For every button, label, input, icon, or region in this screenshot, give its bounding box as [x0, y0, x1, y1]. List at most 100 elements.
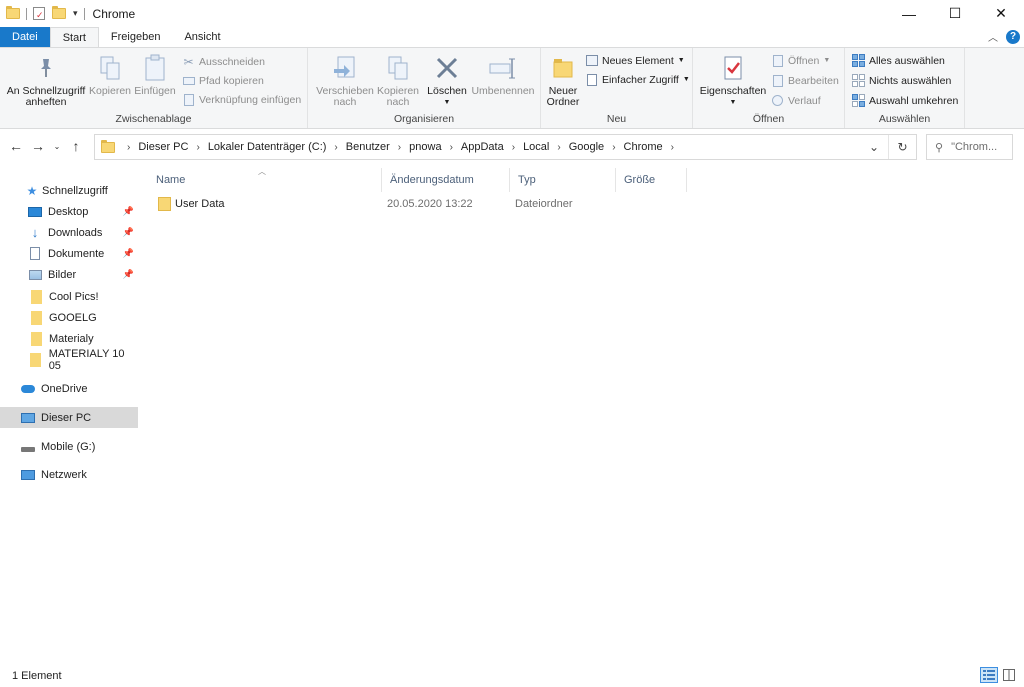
breadcrumb-item[interactable]: Lokaler Datenträger (C:) — [208, 141, 327, 153]
group-label-select: Auswählen — [878, 113, 931, 125]
sidebar-item-quick-access[interactable]: ★ Schnellzugriff — [0, 180, 138, 201]
computer-icon — [20, 411, 36, 425]
sidebar-item-cool-pics[interactable]: Cool Pics! — [0, 286, 138, 307]
chevron-right-icon[interactable]: › — [127, 142, 130, 153]
tab-ansicht[interactable]: Ansicht — [172, 27, 232, 47]
chevron-right-icon[interactable]: › — [196, 142, 199, 153]
address-dropdown-icon[interactable]: ⌄ — [860, 135, 888, 159]
breadcrumb-item[interactable]: AppData — [461, 141, 504, 153]
column-header-type[interactable]: Typ — [510, 168, 616, 192]
copy-path-label: Pfad kopieren — [199, 74, 264, 87]
chevron-down-icon: ▼ — [729, 99, 737, 106]
close-button[interactable]: ✕ — [978, 0, 1024, 27]
sidebar-item-pictures[interactable]: Bilder 📌 — [0, 264, 138, 285]
file-list: ︿ Name Änderungsdatum Typ Größe User Dat… — [148, 164, 1024, 654]
chevron-right-icon[interactable]: › — [557, 142, 560, 153]
edit-button[interactable]: Bearbeiten — [771, 74, 839, 87]
search-placeholder: "Chrom... — [951, 141, 998, 153]
folder-icon — [101, 139, 115, 153]
sidebar-item-documents[interactable]: Dokumente 📌 — [0, 243, 138, 264]
delete-button[interactable]: Löschen ▼ — [426, 52, 468, 108]
table-row[interactable]: User Data 20.05.2020 13:22 Dateiordner — [148, 194, 708, 214]
copy-path-button[interactable]: Pfad kopieren — [182, 74, 264, 87]
column-label: Größe — [624, 174, 656, 186]
chevron-right-icon[interactable]: › — [612, 142, 615, 153]
chevron-right-icon[interactable]: › — [398, 142, 401, 153]
up-arrow-icon[interactable]: ↑ — [66, 138, 86, 154]
new-folder-quick-icon[interactable] — [52, 6, 66, 19]
column-header-size[interactable]: Größe — [616, 168, 687, 192]
customize-quick-access-icon[interactable]: ▾ — [73, 8, 78, 19]
details-view-icon[interactable] — [980, 667, 998, 683]
chevron-right-icon[interactable]: › — [450, 142, 453, 153]
sidebar-item-desktop[interactable]: Desktop 📌 — [0, 201, 138, 222]
move-to-button[interactable]: Verschieben nach — [316, 52, 374, 108]
folder-icon — [28, 289, 44, 304]
column-header-name[interactable]: ︿ Name — [148, 167, 382, 192]
chevron-right-icon[interactable]: › — [334, 142, 337, 153]
large-icons-view-icon[interactable] — [1000, 667, 1018, 683]
group-organize: Verschieben nach Kopieren nach Löschen ▼… — [308, 48, 541, 128]
breadcrumb-item[interactable]: Local — [523, 141, 549, 153]
back-arrow-icon[interactable]: ← — [6, 138, 26, 154]
new-item-button[interactable]: Neues Element ▼ — [585, 54, 685, 67]
sidebar-item-onedrive[interactable]: OneDrive — [0, 378, 138, 399]
file-name: User Data — [175, 198, 225, 210]
minimize-button[interactable]: — — [886, 0, 932, 27]
sidebar-item-this-pc[interactable]: Dieser PC — [0, 407, 138, 428]
recent-locations-icon[interactable]: ⌄ — [50, 142, 64, 151]
select-none-button[interactable]: Nichts auswählen — [852, 74, 951, 87]
new-folder-button[interactable]: Neuer Ordner — [543, 52, 583, 108]
tab-datei[interactable]: Datei — [0, 27, 50, 47]
help-icon[interactable]: ? — [1006, 29, 1020, 44]
open-button[interactable]: Öffnen ▼ — [771, 54, 830, 67]
window-title: Chrome — [92, 6, 136, 21]
tab-start[interactable]: Start — [49, 27, 99, 47]
search-input[interactable]: ⚲ "Chrom... — [926, 134, 1013, 160]
history-button[interactable]: Verlauf — [771, 94, 821, 107]
sidebar-item-materialy-10-05[interactable]: MATERIALY 10 05 — [0, 348, 138, 372]
easy-access-button[interactable]: Einfacher Zugriff ▼ — [585, 73, 690, 86]
select-all-button[interactable]: Alles auswählen — [852, 54, 945, 67]
address-bar[interactable]: › Dieser PC › Lokaler Datenträger (C:) ›… — [94, 134, 917, 160]
column-header-date[interactable]: Änderungsdatum — [382, 168, 510, 192]
documents-icon — [27, 247, 43, 261]
maximize-button[interactable]: ☐ — [932, 0, 978, 27]
paste-shortcut-button[interactable]: Verknüpfung einfügen — [182, 93, 301, 106]
pin-icon[interactable]: 📌 — [123, 227, 134, 238]
collapse-ribbon-icon[interactable]: ︿ — [988, 29, 998, 44]
pin-icon[interactable]: 📌 — [123, 206, 134, 217]
paste-button[interactable]: Einfügen — [132, 52, 178, 97]
invert-selection-button[interactable]: Auswahl umkehren — [852, 94, 958, 107]
chevron-right-icon[interactable]: › — [512, 142, 515, 153]
navigation-bar: ← → ⌄ ↑ › Dieser PC › Lokaler Datenträge… — [0, 130, 1024, 164]
path-icon — [182, 74, 195, 87]
pin-quick-access-button[interactable]: An Schnellzugriff anheften — [4, 52, 88, 108]
refresh-icon[interactable]: ↻ — [888, 135, 916, 159]
tab-freigeben[interactable]: Freigeben — [99, 27, 173, 47]
pin-icon[interactable]: 📌 — [123, 248, 134, 259]
pin-icon[interactable]: 📌 — [123, 269, 134, 280]
sidebar-item-mobile-drive[interactable]: Mobile (G:) — [0, 436, 138, 457]
sidebar-item-network[interactable]: Netzwerk — [0, 464, 138, 485]
rename-button[interactable]: Umbenennen — [470, 52, 536, 97]
group-label-clipboard: Zwischenablage — [115, 113, 192, 125]
sidebar-item-materialy[interactable]: Materialy — [0, 328, 138, 349]
chevron-down-icon: ▼ — [823, 57, 831, 64]
breadcrumb-item[interactable]: Dieser PC — [138, 141, 188, 153]
folder-icon — [6, 6, 20, 19]
breadcrumb-item[interactable]: pnowa — [409, 141, 441, 153]
sidebar-item-gooelg[interactable]: GOOELG — [0, 307, 138, 328]
copy-to-button[interactable]: Kopieren nach — [374, 52, 422, 108]
properties-quick-icon[interactable]: ✓ — [33, 7, 45, 20]
sidebar-item-downloads[interactable]: ↓ Downloads 📌 — [0, 222, 138, 243]
breadcrumb-item[interactable]: Google — [569, 141, 604, 153]
copy-button[interactable]: Kopieren — [88, 52, 132, 97]
chevron-right-icon[interactable]: › — [671, 142, 674, 153]
breadcrumb-item[interactable]: Chrome — [624, 141, 663, 153]
breadcrumb-item[interactable]: Benutzer — [346, 141, 390, 153]
forward-arrow-icon[interactable]: → — [28, 138, 48, 154]
navigation-pane: ★ Schnellzugriff Desktop 📌 ↓ Downloads 📌… — [0, 172, 140, 652]
cut-button[interactable]: ✂ Ausschneiden — [182, 55, 265, 69]
properties-button[interactable]: Eigenschaften ▼ — [699, 52, 767, 108]
